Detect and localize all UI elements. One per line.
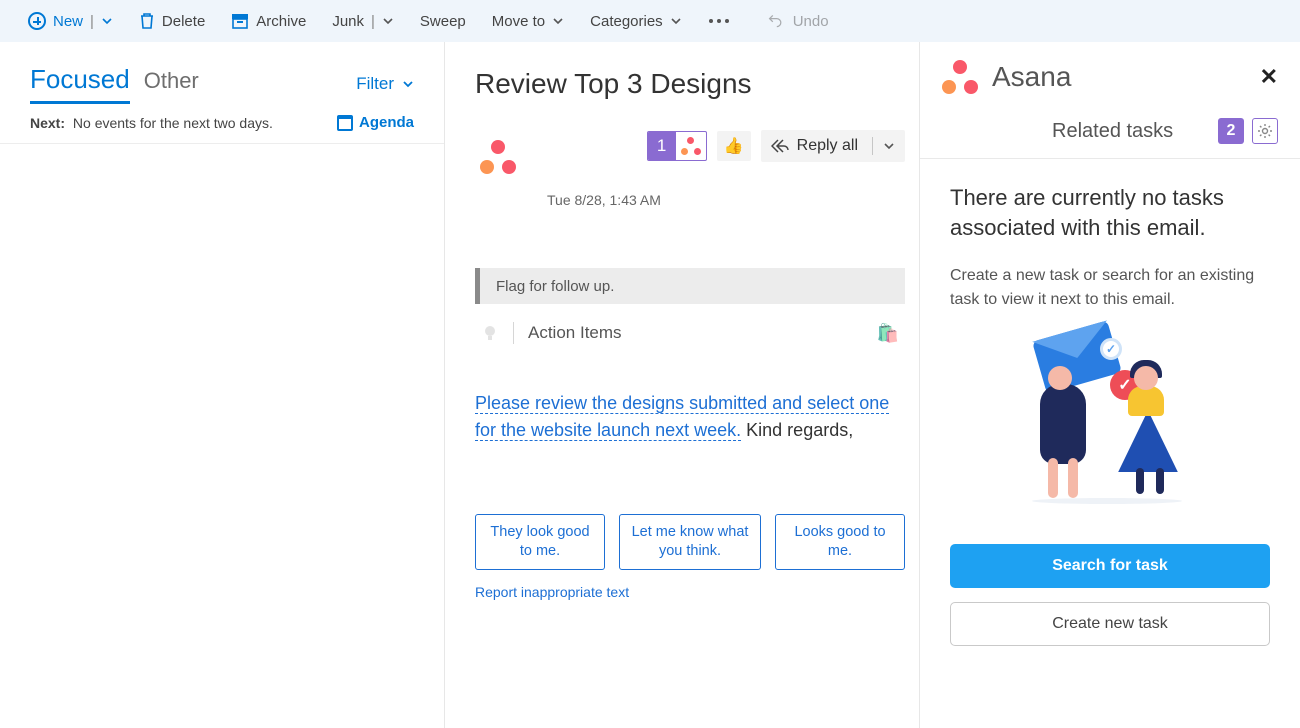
search-task-button[interactable]: Search for task [950, 544, 1270, 588]
create-task-button[interactable]: Create new task [950, 602, 1270, 646]
asana-brand-title: Asana [992, 61, 1071, 93]
empty-state-description: Create a new task or search for an exist… [950, 264, 1270, 312]
asana-side-panel: Asana ✕ Related tasks 2 There are curren… [920, 42, 1300, 728]
categories-button[interactable]: Categories [590, 13, 682, 30]
chevron-down-icon[interactable] [101, 15, 113, 27]
sender-avatar [475, 134, 521, 180]
empty-state-headline: There are currently no tasks associated … [950, 183, 1270, 242]
next-label: Next: [30, 115, 65, 131]
separator: | [90, 13, 94, 30]
junk-label: Junk [332, 13, 364, 30]
next-value: No events for the next two days. [73, 115, 273, 131]
reply-all-button[interactable]: Reply all [761, 130, 905, 162]
asana-logo-icon [676, 132, 706, 160]
new-button[interactable]: New | [28, 12, 113, 30]
filter-button[interactable]: Filter [356, 74, 414, 94]
email-timestamp: Tue 8/28, 1:43 AM [475, 192, 905, 208]
action-items-row: Action Items 🛍️ [475, 304, 905, 362]
undo-button[interactable]: Undo [768, 13, 829, 30]
delete-label: Delete [162, 13, 205, 30]
sweep-label: Sweep [420, 13, 466, 30]
settings-button[interactable] [1252, 118, 1278, 144]
reading-pane: Review Top 3 Designs 1 👍 [445, 42, 920, 728]
new-label: New [53, 13, 83, 30]
thumbs-up-icon: 👍 [724, 136, 744, 156]
action-items-label[interactable]: Action Items [528, 323, 622, 343]
asana-logo-icon [480, 140, 516, 174]
suggested-reply[interactable]: Let me know what you think. [619, 514, 761, 570]
suggested-replies: They look good to me. Let me know what y… [475, 514, 905, 570]
reply-all-label: Reply all [797, 137, 858, 155]
reply-all-icon [771, 139, 789, 153]
asana-logo-icon [942, 60, 978, 94]
report-inappropriate-link[interactable]: Report inappropriate text [475, 584, 905, 600]
tab-focused[interactable]: Focused [30, 64, 130, 104]
next-event-text: Next: No events for the next two days. [30, 115, 273, 131]
separator: | [371, 13, 375, 30]
empty-state-illustration: ✓ ✓ [950, 330, 1270, 530]
message-list-pane: Focused Other Filter Next: No events for… [0, 42, 445, 728]
chevron-down-icon [402, 78, 414, 90]
like-button[interactable]: 👍 [717, 131, 751, 161]
more-button[interactable] [708, 18, 730, 24]
separator [513, 322, 514, 344]
suggested-reply[interactable]: Looks good to me. [775, 514, 905, 570]
agenda-button[interactable]: Agenda [337, 114, 414, 131]
task-count-badge[interactable]: 2 [1218, 118, 1244, 144]
tab-other[interactable]: Other [144, 68, 199, 94]
flag-text: Flag for follow up. [496, 278, 614, 295]
body-tail: Kind regards, [741, 420, 853, 440]
related-tasks-title: Related tasks [942, 120, 1173, 143]
email-body: Please review the designs submitted and … [475, 390, 905, 444]
close-button[interactable]: ✕ [1260, 64, 1278, 90]
trash-icon [139, 12, 155, 30]
gear-icon [1257, 123, 1273, 139]
calendar-icon [337, 115, 353, 131]
shopping-bag-icon[interactable]: 🛍️ [877, 323, 899, 344]
archive-icon [231, 13, 249, 29]
email-subject: Review Top 3 Designs [475, 68, 905, 100]
undo-icon [768, 13, 786, 29]
addin-badge[interactable]: 1 [647, 131, 707, 161]
move-to-button[interactable]: Move to [492, 13, 564, 30]
separator [872, 137, 873, 155]
archive-label: Archive [256, 13, 306, 30]
chevron-down-icon[interactable] [552, 15, 564, 27]
delete-button[interactable]: Delete [139, 12, 205, 30]
plus-circle-icon [28, 12, 46, 30]
chevron-down-icon[interactable] [382, 15, 394, 27]
archive-button[interactable]: Archive [231, 13, 306, 30]
command-toolbar: New | Delete Archive Junk | Sweep Move t… [0, 0, 1300, 42]
sweep-button[interactable]: Sweep [420, 13, 466, 30]
categories-label: Categories [590, 13, 663, 30]
filter-label: Filter [356, 74, 394, 94]
chevron-down-icon[interactable] [670, 15, 682, 27]
junk-button[interactable]: Junk | [332, 13, 394, 30]
agenda-label: Agenda [359, 114, 414, 131]
move-to-label: Move to [492, 13, 545, 30]
undo-label: Undo [793, 13, 829, 30]
ellipsis-icon [708, 18, 730, 24]
suggested-reply[interactable]: They look good to me. [475, 514, 605, 570]
lightbulb-icon [481, 324, 499, 342]
chevron-down-icon[interactable] [883, 140, 895, 152]
badge-count: 1 [648, 132, 676, 160]
flag-followup-bar: Flag for follow up. [475, 268, 905, 304]
